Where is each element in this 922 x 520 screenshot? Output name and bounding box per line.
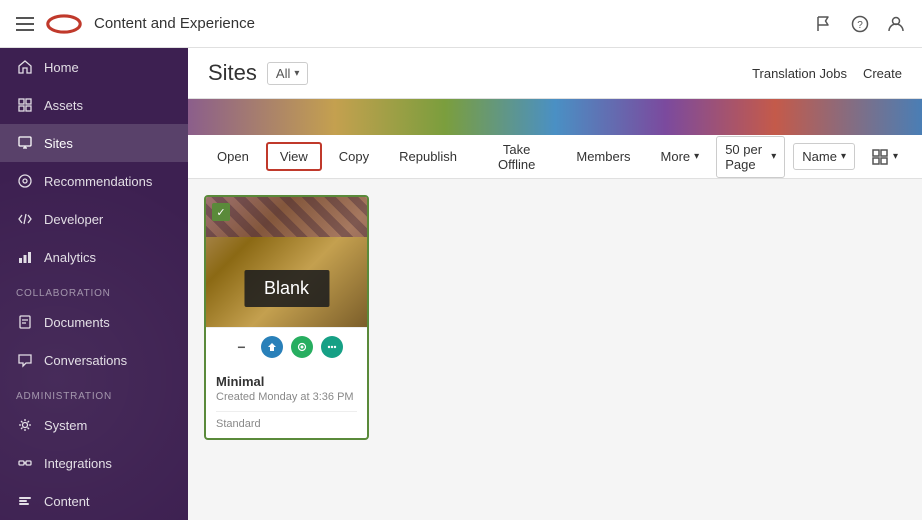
sidebar-item-home[interactable]: Home <box>0 48 188 86</box>
chevron-down-icon: ▾ <box>771 151 776 162</box>
site-card-actions: − <box>206 327 367 366</box>
members-button[interactable]: Members <box>563 143 643 170</box>
sites-icon <box>16 134 34 152</box>
sidebar-item-analytics-label: Analytics <box>44 250 96 265</box>
top-navigation: Content and Experience ? <box>0 0 922 48</box>
sidebar-item-content[interactable]: Content <box>0 482 188 520</box>
oracle-logo <box>46 14 82 34</box>
action-remove[interactable]: − <box>231 336 253 358</box>
recommendations-icon <box>16 172 34 190</box>
more-button[interactable]: More ▾ <box>648 143 713 170</box>
app-title: Content and Experience <box>94 15 255 32</box>
sidebar-item-home-label: Home <box>44 60 79 75</box>
developer-icon <box>16 210 34 228</box>
site-card-checkbox[interactable]: ✓ <box>212 203 230 221</box>
sidebar-item-analytics[interactable]: Analytics <box>0 238 188 276</box>
take-offline-button[interactable]: Take Offline <box>474 136 559 178</box>
analytics-icon <box>16 248 34 266</box>
sidebar-item-sites-label: Sites <box>44 136 73 151</box>
open-button[interactable]: Open <box>204 143 262 170</box>
sidebar-item-recommendations-label: Recommendations <box>44 174 152 189</box>
flag-icon[interactable] <box>814 14 834 34</box>
chevron-down-icon: ▾ <box>294 68 299 79</box>
more-label: More <box>661 149 691 164</box>
banner-image <box>188 99 922 135</box>
svg-text:?: ? <box>857 20 863 31</box>
items-grid: ✓ Blank − M <box>188 179 922 520</box>
page-title: Sites <box>208 60 257 86</box>
sidebar-item-sites[interactable]: Sites <box>0 124 188 162</box>
system-icon <box>16 416 34 434</box>
filter-label: All <box>276 66 290 81</box>
site-date: Created Monday at 3:36 PM <box>216 391 357 403</box>
sidebar-item-system[interactable]: System <box>0 406 188 444</box>
chevron-down-icon: ▾ <box>893 151 898 162</box>
home-icon <box>16 58 34 76</box>
chevron-down-icon: ▾ <box>694 151 699 162</box>
menu-toggle[interactable] <box>16 17 34 31</box>
view-mode-dropdown[interactable]: ▾ <box>863 143 906 171</box>
sidebar-item-system-label: System <box>44 418 87 433</box>
assets-icon <box>16 96 34 114</box>
content-icon <box>16 492 34 510</box>
content-header: Sites All ▾ Translation Jobs Create <box>188 48 922 99</box>
sidebar-item-developer-label: Developer <box>44 212 103 227</box>
name-sort-dropdown[interactable]: Name ▾ <box>793 143 855 170</box>
site-card-thumbnail: ✓ Blank <box>206 197 367 327</box>
site-card-minimal[interactable]: ✓ Blank − M <box>204 195 369 440</box>
copy-button[interactable]: Copy <box>326 143 382 170</box>
sidebar-item-recommendations[interactable]: Recommendations <box>0 162 188 200</box>
toolbar: Open View Copy Republish Take Offline Me… <box>188 135 922 179</box>
help-icon[interactable]: ? <box>850 14 870 34</box>
integrations-icon <box>16 454 34 472</box>
name-sort-label: Name <box>802 149 837 164</box>
sidebar-item-content-label: Content <box>44 494 90 509</box>
sidebar-item-developer[interactable]: Developer <box>0 200 188 238</box>
filter-dropdown[interactable]: All ▾ <box>267 62 308 85</box>
thumbnail-pattern <box>206 197 367 237</box>
action-settings[interactable] <box>291 336 313 358</box>
translation-jobs-link[interactable]: Translation Jobs <box>752 66 847 81</box>
sidebar-item-documents-label: Documents <box>44 315 110 330</box>
administration-section-label: ADMINISTRATION <box>0 379 188 406</box>
sidebar-item-conversations-label: Conversations <box>44 353 127 368</box>
user-icon[interactable] <box>886 14 906 34</box>
per-page-dropdown[interactable]: 50 per Page ▾ <box>716 136 785 178</box>
conversations-icon <box>16 351 34 369</box>
site-card-info: Minimal Created Monday at 3:36 PM Standa… <box>206 366 367 438</box>
view-button[interactable]: View <box>266 142 322 171</box>
action-more[interactable] <box>321 336 343 358</box>
grid-view-icon <box>871 148 889 166</box>
action-publish[interactable] <box>261 336 283 358</box>
sidebar-item-integrations[interactable]: Integrations <box>0 444 188 482</box>
sidebar-item-conversations[interactable]: Conversations <box>0 341 188 379</box>
sidebar-item-documents[interactable]: Documents <box>0 303 188 341</box>
sidebar-item-integrations-label: Integrations <box>44 456 112 471</box>
site-blank-label: Blank <box>244 270 329 307</box>
documents-icon <box>16 313 34 331</box>
chevron-down-icon: ▾ <box>841 151 846 162</box>
content-area: Sites All ▾ Translation Jobs Create Open… <box>188 48 922 520</box>
collaboration-section-label: COLLABORATION <box>0 276 188 303</box>
per-page-label: 50 per Page <box>725 142 767 172</box>
site-type: Standard <box>216 411 357 430</box>
sidebar: Home Assets Sites <box>0 48 188 520</box>
sidebar-item-assets[interactable]: Assets <box>0 86 188 124</box>
republish-button[interactable]: Republish <box>386 143 470 170</box>
site-name: Minimal <box>216 374 357 389</box>
create-button[interactable]: Create <box>863 66 902 81</box>
sidebar-item-assets-label: Assets <box>44 98 83 113</box>
